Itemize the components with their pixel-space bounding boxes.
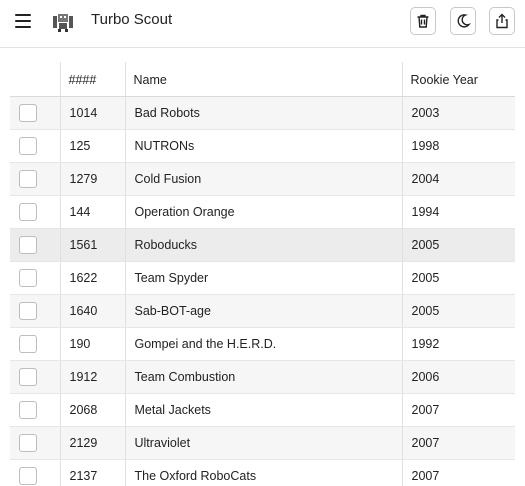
row-checkbox[interactable] [19, 202, 37, 221]
moon-icon [457, 14, 471, 28]
team-name: Bad Robots [124, 96, 402, 130]
row-select-cell [10, 228, 60, 262]
row-checkbox[interactable] [19, 169, 37, 188]
row-select-cell [10, 426, 60, 460]
team-number: 125 [59, 129, 125, 163]
select-column-header [10, 62, 60, 97]
row-checkbox[interactable] [19, 466, 37, 485]
team-number: 1014 [59, 96, 125, 130]
table-row[interactable]: 1640 Sab-BOT-age 2005 [10, 294, 515, 328]
teams-table: #### Name Rookie Year 1014 Bad Robots 2003… [10, 62, 515, 486]
delete-button[interactable] [410, 7, 436, 35]
team-name: Team Spyder [124, 261, 402, 295]
row-checkbox[interactable] [19, 367, 37, 386]
rookie-year: 2007 [401, 426, 515, 460]
rookie-year: 2004 [401, 162, 515, 196]
row-checkbox[interactable] [19, 136, 37, 155]
team-name: Ultraviolet [124, 426, 402, 460]
rookie-year: 2006 [401, 360, 515, 394]
trash-icon [417, 14, 429, 28]
table-row[interactable]: 1279 Cold Fusion 2004 [10, 162, 515, 196]
rookie-year: 2005 [401, 228, 515, 262]
row-checkbox[interactable] [19, 103, 37, 122]
row-checkbox[interactable] [19, 301, 37, 320]
table-row[interactable]: 2129 Ultraviolet 2007 [10, 426, 515, 460]
table-row[interactable]: 1622 Team Spyder 2005 [10, 261, 515, 295]
robot-logo-icon [53, 14, 73, 32]
team-name: Gompei and the H.E.R.D. [124, 327, 402, 361]
row-select-cell [10, 129, 60, 163]
rookie-year: 2007 [401, 393, 515, 427]
table-row[interactable]: 1561 Roboducks 2005 [10, 228, 515, 262]
row-select-cell [10, 261, 60, 295]
team-number: 2129 [59, 426, 125, 460]
share-button[interactable] [489, 7, 515, 35]
row-checkbox[interactable] [19, 334, 37, 353]
row-select-cell [10, 96, 60, 130]
team-name: Roboducks [124, 228, 402, 262]
rookie-year: 2005 [401, 261, 515, 295]
hamburger-menu-icon[interactable] [12, 10, 36, 34]
share-icon [496, 13, 508, 29]
rookie-year: 1994 [401, 195, 515, 229]
table-row[interactable]: 2137 The Oxford RoboCats 2007 [10, 459, 515, 486]
rookie-year: 2003 [401, 96, 515, 130]
team-name: Operation Orange [124, 195, 402, 229]
team-number: 1912 [59, 360, 125, 394]
table-row[interactable]: 1912 Team Combustion 2006 [10, 360, 515, 394]
row-select-cell [10, 162, 60, 196]
dark-mode-button[interactable] [450, 7, 476, 35]
table-header-row: #### Name Rookie Year [10, 62, 515, 97]
rookie-year: 2005 [401, 294, 515, 328]
name-column-header[interactable]: Name [124, 62, 402, 97]
table-row[interactable]: 144 Operation Orange 1994 [10, 195, 515, 229]
team-number: 2068 [59, 393, 125, 427]
table-row[interactable]: 2068 Metal Jackets 2007 [10, 393, 515, 427]
app-header: Turbo Scout [0, 0, 525, 48]
table-row[interactable]: 190 Gompei and the H.E.R.D. 1992 [10, 327, 515, 361]
rookie-year: 2007 [401, 459, 515, 486]
team-number: 1622 [59, 261, 125, 295]
team-name: Cold Fusion [124, 162, 402, 196]
row-checkbox[interactable] [19, 400, 37, 419]
row-checkbox[interactable] [19, 268, 37, 287]
team-number: 1279 [59, 162, 125, 196]
table-row[interactable]: 1014 Bad Robots 2003 [10, 96, 515, 130]
team-number: 1640 [59, 294, 125, 328]
team-name: Metal Jackets [124, 393, 402, 427]
team-number: 2137 [59, 459, 125, 486]
rookie-year: 1992 [401, 327, 515, 361]
rookie-year-column-header[interactable]: Rookie Year [401, 62, 515, 97]
app-title: Turbo Scout [91, 11, 173, 28]
team-name: Team Combustion [124, 360, 402, 394]
team-name: The Oxford RoboCats [124, 459, 402, 486]
team-number: 190 [59, 327, 125, 361]
team-number: 144 [59, 195, 125, 229]
team-number: 1561 [59, 228, 125, 262]
row-select-cell [10, 327, 60, 361]
row-select-cell [10, 195, 60, 229]
row-select-cell [10, 459, 60, 486]
row-checkbox[interactable] [19, 433, 37, 452]
table-row[interactable]: 125 NUTRONs 1998 [10, 129, 515, 163]
row-select-cell [10, 294, 60, 328]
team-name: NUTRONs [124, 129, 402, 163]
team-name: Sab-BOT-age [124, 294, 402, 328]
row-checkbox[interactable] [19, 235, 37, 254]
number-column-header[interactable]: #### [59, 62, 125, 97]
rookie-year: 1998 [401, 129, 515, 163]
row-select-cell [10, 393, 60, 427]
row-select-cell [10, 360, 60, 394]
